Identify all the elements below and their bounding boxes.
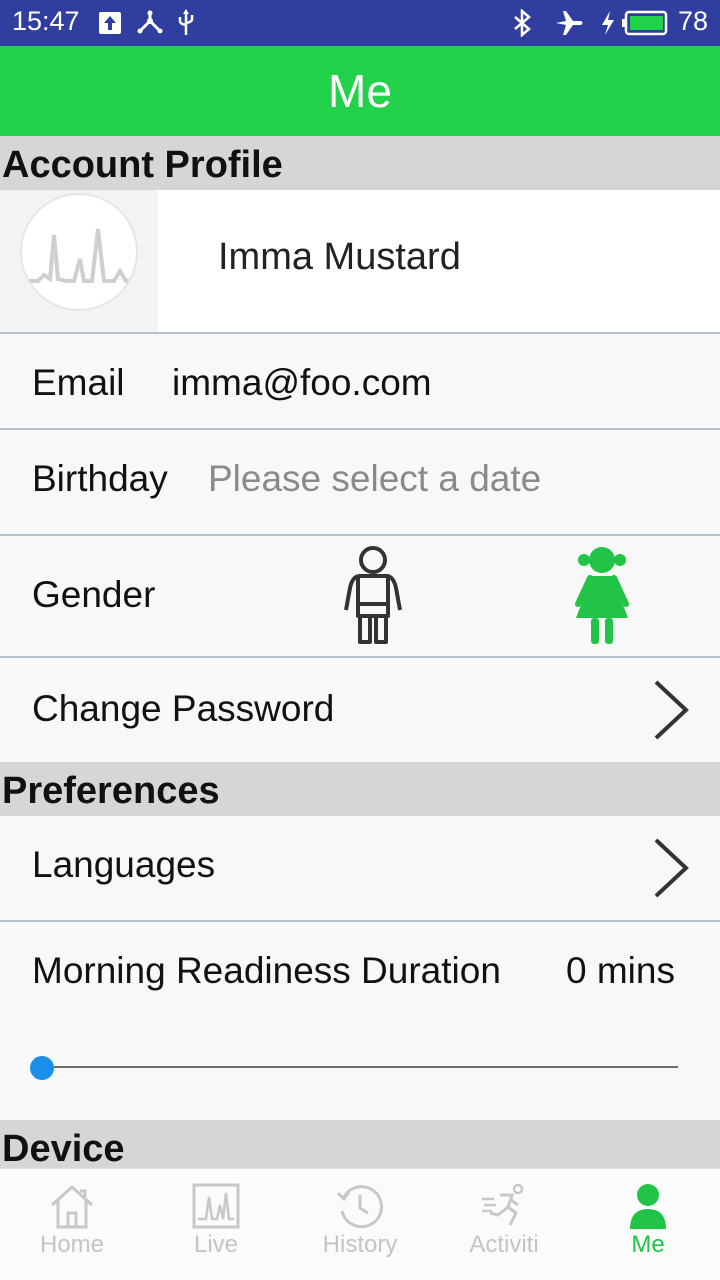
change-password-row[interactable]: Change Password xyxy=(0,658,720,764)
male-icon[interactable] xyxy=(344,544,402,653)
tab-history[interactable]: History xyxy=(288,1169,432,1280)
usb-icon xyxy=(176,8,196,38)
status-bar: 15:47 78 xyxy=(0,0,720,46)
tab-label: Live xyxy=(193,1231,239,1258)
profile-name: Imma Mustard xyxy=(218,236,461,278)
chevron-right-icon xyxy=(654,838,689,898)
person-icon xyxy=(630,1184,666,1229)
morning-readiness-label: Morning Readiness Duration xyxy=(32,950,501,991)
profile-row[interactable]: Imma Mustard xyxy=(0,190,720,334)
tab-activities[interactable]: Activiti xyxy=(432,1169,576,1280)
avatar-chart-icon xyxy=(28,228,136,283)
page-title: Me xyxy=(328,65,392,117)
avatar[interactable] xyxy=(20,193,138,311)
email-label: Email xyxy=(32,362,125,403)
change-password-label: Change Password xyxy=(32,688,335,729)
languages-row[interactable]: Languages xyxy=(0,816,720,922)
chevron-right-icon xyxy=(654,680,689,740)
languages-label: Languages xyxy=(32,844,216,885)
airplane-icon xyxy=(554,8,584,38)
tab-home[interactable]: Home xyxy=(0,1169,144,1280)
usb-share-icon xyxy=(136,8,164,38)
section-header-account-profile: Account Profile xyxy=(0,136,720,190)
battery-icon xyxy=(622,8,668,38)
tab-live[interactable]: Live xyxy=(144,1169,288,1280)
gender-label: Gender xyxy=(32,574,156,615)
history-icon xyxy=(336,1185,383,1229)
battery-level: 78 xyxy=(677,6,708,36)
status-time: 15:47 xyxy=(12,6,80,36)
avatar-container[interactable] xyxy=(0,190,158,332)
morning-readiness-slider-thumb[interactable] xyxy=(30,1056,54,1080)
morning-readiness-row: Morning Readiness Duration 0 mins xyxy=(0,922,720,1120)
charging-icon xyxy=(600,8,616,38)
section-header-device: Device xyxy=(0,1120,720,1168)
tab-label: Me xyxy=(631,1231,665,1258)
morning-readiness-value: 0 mins xyxy=(566,950,675,991)
section-title: Preferences xyxy=(2,770,220,812)
app-header: Me xyxy=(0,46,720,136)
section-title: Account Profile xyxy=(2,144,283,186)
tab-label: Activiti xyxy=(469,1231,539,1258)
section-header-preferences: Preferences xyxy=(0,762,720,816)
running-icon xyxy=(482,1183,524,1226)
female-icon[interactable] xyxy=(572,544,632,653)
tab-label: Home xyxy=(39,1231,105,1258)
tab-me[interactable]: Me xyxy=(576,1169,720,1280)
gender-row: Gender xyxy=(0,536,720,658)
email-value[interactable]: imma@foo.com xyxy=(172,362,432,404)
bluetooth-icon xyxy=(512,8,534,38)
birthday-row[interactable]: Birthday Please select a date xyxy=(0,430,720,536)
birthday-label: Birthday xyxy=(32,458,168,499)
morning-readiness-slider-track[interactable] xyxy=(42,1066,678,1068)
section-title: Device xyxy=(2,1128,125,1168)
home-icon xyxy=(50,1184,94,1229)
upload-icon xyxy=(98,8,122,38)
live-chart-icon xyxy=(192,1183,240,1229)
birthday-date-picker[interactable]: Please select a date xyxy=(208,458,541,500)
email-row[interactable]: Email imma@foo.com xyxy=(0,334,720,430)
tab-label: History xyxy=(322,1231,398,1258)
bottom-tab-bar: Home Live History Activiti Me xyxy=(0,1168,720,1280)
